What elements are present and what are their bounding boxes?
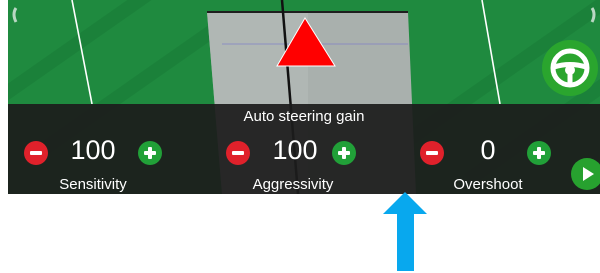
overshoot-decrease-button[interactable] xyxy=(420,141,444,165)
aggressivity-decrease-button[interactable] xyxy=(226,141,250,165)
aggressivity-value: 100 xyxy=(272,135,318,165)
up-arrow xyxy=(383,192,427,271)
guidance-screen: Auto steering gain 100 Sensitivity 100 A… xyxy=(8,0,600,194)
sensitivity-decrease-button[interactable] xyxy=(24,141,48,165)
overshoot-value: 0 xyxy=(480,135,496,165)
overshoot-label: Overshoot xyxy=(453,176,523,193)
overshoot-control: 0 Overshoot xyxy=(413,131,563,193)
sensitivity-control: 100 Sensitivity xyxy=(18,131,168,193)
sensitivity-increase-button[interactable] xyxy=(138,141,162,165)
play-button[interactable] xyxy=(571,158,600,190)
panel-title: Auto steering gain xyxy=(243,108,365,125)
aggressivity-control: 100 Aggressivity xyxy=(218,131,368,193)
steering-wheel-icon xyxy=(550,48,590,88)
aggressivity-label: Aggressivity xyxy=(252,176,334,193)
play-icon xyxy=(583,167,594,181)
steering-wheel-button[interactable] xyxy=(542,40,598,96)
sensitivity-value: 100 xyxy=(70,135,116,165)
overshoot-increase-button[interactable] xyxy=(527,141,551,165)
sensitivity-label: Sensitivity xyxy=(59,176,127,193)
auto-steering-gain-panel: Auto steering gain 100 Sensitivity 100 A… xyxy=(8,104,600,194)
aggressivity-increase-button[interactable] xyxy=(332,141,356,165)
